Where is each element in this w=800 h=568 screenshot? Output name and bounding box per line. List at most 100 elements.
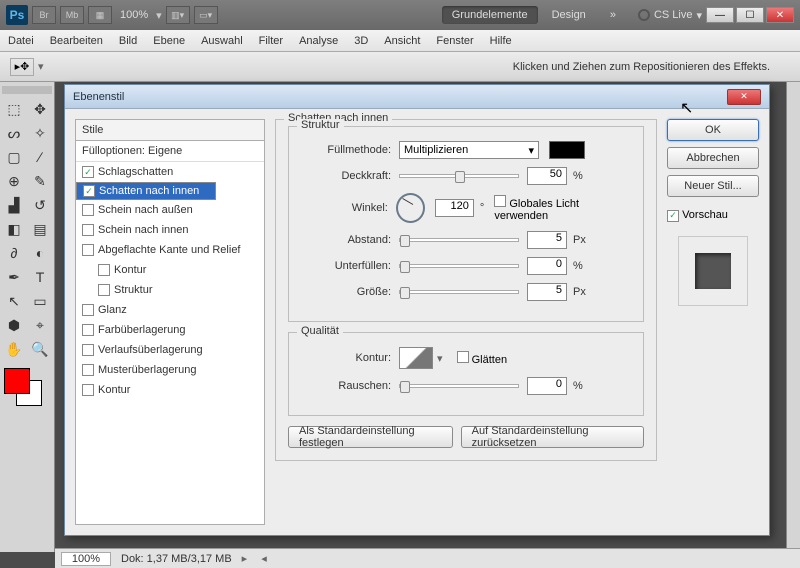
- tool-path[interactable]: ↖: [2, 290, 26, 312]
- dialog-titlebar[interactable]: Ebenenstil ✕: [65, 85, 769, 109]
- new-style-button[interactable]: Neuer Stil...: [667, 175, 759, 197]
- menu-ansicht[interactable]: Ansicht: [384, 35, 420, 47]
- fg-color[interactable]: [4, 368, 30, 394]
- fill-options-row[interactable]: Fülloptionen: Eigene: [76, 141, 264, 162]
- menu-filter[interactable]: Filter: [259, 35, 283, 47]
- tool-wand[interactable]: ✧: [28, 122, 52, 144]
- tool-dodge[interactable]: ◐: [28, 242, 52, 264]
- size-slider[interactable]: [399, 290, 519, 294]
- style-row[interactable]: Verlaufsüberlagerung: [76, 340, 264, 360]
- style-row[interactable]: Farbüberlagerung: [76, 320, 264, 340]
- preview-checkbox[interactable]: ✓: [667, 210, 679, 222]
- tool-3d[interactable]: ⬢: [2, 314, 26, 336]
- tool-stamp[interactable]: ▟: [2, 194, 26, 216]
- style-row[interactable]: Struktur: [76, 280, 264, 300]
- fillmethod-select[interactable]: Multiplizieren▾: [399, 141, 539, 159]
- ok-button[interactable]: OK: [667, 119, 759, 141]
- tool-rect-select[interactable]: ⬚: [2, 98, 26, 120]
- style-checkbox[interactable]: [82, 324, 94, 336]
- window-close-button[interactable]: ✕: [766, 7, 794, 23]
- style-checkbox[interactable]: [82, 224, 94, 236]
- status-doc-info[interactable]: Dok: 1,37 MB/3,17 MB: [121, 553, 232, 565]
- view-extras-button[interactable]: ▦: [88, 6, 112, 24]
- style-checkbox[interactable]: [98, 284, 110, 296]
- style-checkbox[interactable]: [82, 384, 94, 396]
- tool-heal[interactable]: ⊕: [2, 170, 26, 192]
- global-light-checkbox[interactable]: [494, 195, 506, 207]
- dialog-close-button[interactable]: ✕: [727, 89, 761, 105]
- tool-gradient[interactable]: ▤: [28, 218, 52, 240]
- tool-pen[interactable]: ✒: [2, 266, 26, 288]
- style-row[interactable]: ✓Schatten nach innen: [76, 182, 216, 200]
- style-row[interactable]: Abgeflachte Kante und Relief: [76, 240, 264, 260]
- style-row[interactable]: ✓Schlagschatten: [76, 162, 264, 182]
- right-dock[interactable]: [786, 82, 800, 552]
- style-checkbox[interactable]: ✓: [83, 185, 95, 197]
- window-minimize-button[interactable]: —: [706, 7, 734, 23]
- tool-3dcam[interactable]: ⌖: [28, 314, 52, 336]
- menu-3d[interactable]: 3D: [354, 35, 368, 47]
- style-checkbox[interactable]: ✓: [82, 166, 94, 178]
- distance-slider[interactable]: [399, 238, 519, 242]
- tool-eyedropper[interactable]: ∕: [28, 146, 52, 168]
- angle-dial[interactable]: [396, 193, 425, 223]
- menu-bearbeiten[interactable]: Bearbeiten: [50, 35, 103, 47]
- tool-brush[interactable]: ✎: [28, 170, 52, 192]
- tool-hand[interactable]: ✋: [2, 338, 26, 360]
- tool-blur[interactable]: ∂: [2, 242, 26, 264]
- choke-input[interactable]: 0: [527, 257, 567, 275]
- make-default-button[interactable]: Als Standardeinstellung festlegen: [288, 426, 453, 448]
- noise-slider[interactable]: [399, 384, 519, 388]
- menu-fenster[interactable]: Fenster: [436, 35, 473, 47]
- style-checkbox[interactable]: [82, 204, 94, 216]
- style-row[interactable]: Schein nach außen: [76, 200, 264, 220]
- tool-crop[interactable]: ▢: [2, 146, 26, 168]
- style-row[interactable]: Kontur: [76, 260, 264, 280]
- menu-bild[interactable]: Bild: [119, 35, 137, 47]
- menu-auswahl[interactable]: Auswahl: [201, 35, 243, 47]
- opacity-slider[interactable]: [399, 174, 519, 178]
- reset-default-button[interactable]: Auf Standardeinstellung zurücksetzen: [461, 426, 644, 448]
- tool-zoom[interactable]: 🔍: [28, 338, 52, 360]
- menu-ebene[interactable]: Ebene: [153, 35, 185, 47]
- workspace-more[interactable]: »: [600, 6, 626, 24]
- workspace-grundelemente[interactable]: Grundelemente: [442, 6, 538, 24]
- window-maximize-button[interactable]: ☐: [736, 7, 764, 23]
- opacity-input[interactable]: 50: [527, 167, 567, 185]
- style-row[interactable]: Kontur: [76, 380, 264, 400]
- style-row[interactable]: Musterüberlagerung: [76, 360, 264, 380]
- tool-shape[interactable]: ▭: [28, 290, 52, 312]
- workspace-design[interactable]: Design: [542, 6, 596, 24]
- shadow-color-swatch[interactable]: [549, 141, 585, 159]
- zoom-level[interactable]: 100%: [120, 9, 148, 21]
- style-checkbox[interactable]: [82, 244, 94, 256]
- menu-hilfe[interactable]: Hilfe: [490, 35, 512, 47]
- status-zoom-input[interactable]: 100%: [61, 552, 111, 566]
- contour-picker[interactable]: [399, 347, 433, 369]
- minibridge-button[interactable]: Mb: [60, 6, 84, 24]
- menu-datei[interactable]: Datei: [8, 35, 34, 47]
- style-row[interactable]: Glanz: [76, 300, 264, 320]
- size-input[interactable]: 5: [527, 283, 567, 301]
- tool-type[interactable]: T: [28, 266, 52, 288]
- tool-move[interactable]: ✥: [28, 98, 52, 120]
- styles-header[interactable]: Stile: [76, 120, 264, 141]
- bridge-button[interactable]: Br: [32, 6, 56, 24]
- color-swatches[interactable]: [2, 368, 52, 408]
- arrange-docs-button[interactable]: ▥▾: [166, 6, 190, 24]
- angle-input[interactable]: 120: [435, 199, 474, 217]
- tools-grip[interactable]: [2, 86, 52, 94]
- noise-input[interactable]: 0: [527, 377, 567, 395]
- style-checkbox[interactable]: [82, 304, 94, 316]
- menu-analyse[interactable]: Analyse: [299, 35, 338, 47]
- tool-history[interactable]: ↺: [28, 194, 52, 216]
- cslive-button[interactable]: CS Live▾: [638, 9, 702, 22]
- style-checkbox[interactable]: [82, 344, 94, 356]
- smooth-checkbox[interactable]: [457, 351, 469, 363]
- choke-slider[interactable]: [399, 264, 519, 268]
- tool-lasso[interactable]: ᔕ: [2, 122, 26, 144]
- cancel-button[interactable]: Abbrechen: [667, 147, 759, 169]
- style-checkbox[interactable]: [98, 264, 110, 276]
- tool-eraser[interactable]: ◧: [2, 218, 26, 240]
- style-checkbox[interactable]: [82, 364, 94, 376]
